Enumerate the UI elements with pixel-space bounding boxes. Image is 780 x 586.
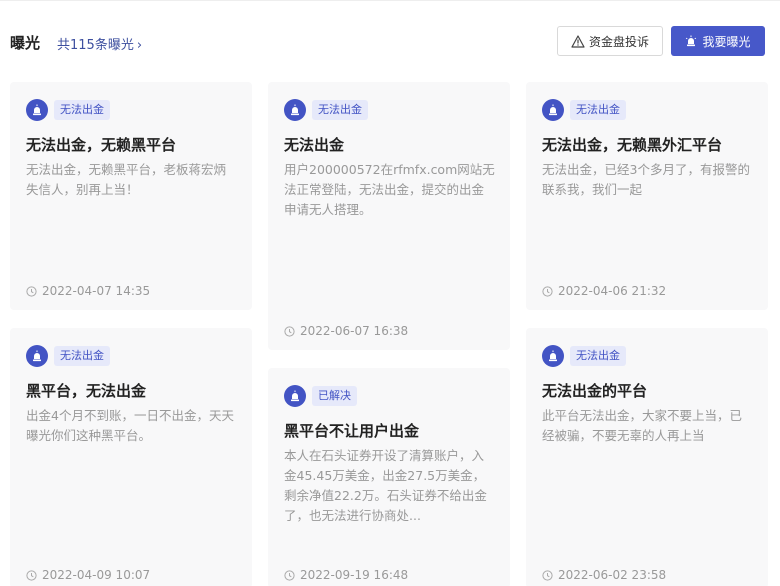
card-description: 出金4个月不到账，一日不出金，天天曝光你们这种黑平台。 [26,408,234,443]
card-title: 黑平台不让用户出金 [284,422,420,440]
card-time: 2022-09-19 16:48 [284,568,408,582]
card-badge: 无法出金 [284,98,368,122]
card-description: 无法出金，已经3个多月了，有报警的联系我，我们一起 [542,162,750,197]
alarm-icon [26,345,48,367]
card-time-text: 2022-04-06 21:32 [558,284,667,298]
clock-icon [284,325,295,337]
card-time-text: 2022-06-02 23:58 [558,568,667,582]
alarm-icon [26,99,48,121]
status-tag: 已解决 [312,386,357,406]
exposure-card[interactable]: 无法出金 无法出金的平台 此平台无法出金，大家不要上当，已经被骗，不要无辜的人再… [526,328,768,586]
alarm-icon [685,35,697,47]
clock-icon [542,285,553,297]
clock-icon [26,569,37,581]
warning-icon [571,34,585,48]
clock-icon [26,285,37,297]
complaint-button[interactable]: 资金盘投诉 [557,26,663,56]
card-time: 2022-04-06 21:32 [542,284,666,298]
exposure-card[interactable]: 无法出金 黑平台，无法出金 出金4个月不到账，一日不出金，天天曝光你们这种黑平台… [10,328,252,586]
card-description: 无法出金，无赖黑平台，老板蒋宏炳失信人，别再上当！ [26,162,227,197]
card-title: 无法出金，无赖黑平台 [26,136,177,154]
exposure-card[interactable]: 无法出金 无法出金，无赖黑平台 无法出金，无赖黑平台，老板蒋宏炳失信人，别再上当… [10,82,252,310]
card-badge: 无法出金 [542,344,626,368]
card-badge: 无法出金 [26,344,110,368]
clock-icon [542,569,553,581]
card-description: 此平台无法出金，大家不要上当，已经被骗，不要无辜的人再上当 [542,408,743,443]
expose-button-label: 我要曝光 [702,34,751,49]
card-title: 无法出金的平台 [542,382,648,400]
clock-icon [284,569,295,581]
alarm-icon [542,99,564,121]
status-tag: 无法出金 [570,100,626,120]
card-time: 2022-04-07 14:35 [26,284,150,298]
card-description: 本人在石头证券开设了清算账户，入金45.45万美金，出金27.5万美金，剩余净值… [284,448,487,523]
exposure-count-text: 共115条曝光 [57,38,134,53]
card-badge: 无法出金 [26,98,110,122]
chevron-right-icon: › [136,38,143,53]
status-tag: 无法出金 [54,100,110,120]
card-time: 2022-06-07 16:38 [284,324,408,338]
card-title: 无法出金，无赖黑外汇平台 [542,136,723,154]
page-header: 曝光 共115条曝光 › 资金盘投诉 我要曝光 [0,24,780,60]
card-badge: 无法出金 [542,98,626,122]
exposure-card[interactable]: 无法出金 无法出金 用户200000572在rfmfx.com网站无法正常登陆，… [268,82,510,350]
card-description: 用户200000572在rfmfx.com网站无法正常登陆，无法出金，提交的出金… [284,162,495,217]
card-time-text: 2022-09-19 16:48 [300,568,409,582]
card-title: 黑平台，无法出金 [26,382,147,400]
card-badge: 已解决 [284,384,357,408]
card-time: 2022-04-09 10:07 [26,568,150,582]
card-time-text: 2022-06-07 16:38 [300,324,409,338]
card-time: 2022-06-02 23:58 [542,568,666,582]
exposure-card[interactable]: 无法出金 无法出金，无赖黑外汇平台 无法出金，已经3个多月了，有报警的联系我，我… [526,82,768,310]
exposure-count-link[interactable]: 共115条曝光 › [57,34,142,53]
complaint-button-label: 资金盘投诉 [588,34,649,49]
page-title: 曝光 [10,34,41,52]
status-tag: 无法出金 [570,346,626,366]
status-tag: 无法出金 [54,346,110,366]
exposure-card[interactable]: 已解决 黑平台不让用户出金 本人在石头证券开设了清算账户，入金45.45万美金，… [268,368,510,586]
alarm-icon [542,345,564,367]
top-divider [0,0,780,1]
card-time-text: 2022-04-07 14:35 [42,284,151,298]
card-title: 无法出金 [284,136,345,154]
alarm-icon [284,385,306,407]
card-time-text: 2022-04-09 10:07 [42,568,151,582]
expose-button[interactable]: 我要曝光 [671,26,765,56]
status-tag: 无法出金 [312,100,368,120]
alarm-icon [284,99,306,121]
